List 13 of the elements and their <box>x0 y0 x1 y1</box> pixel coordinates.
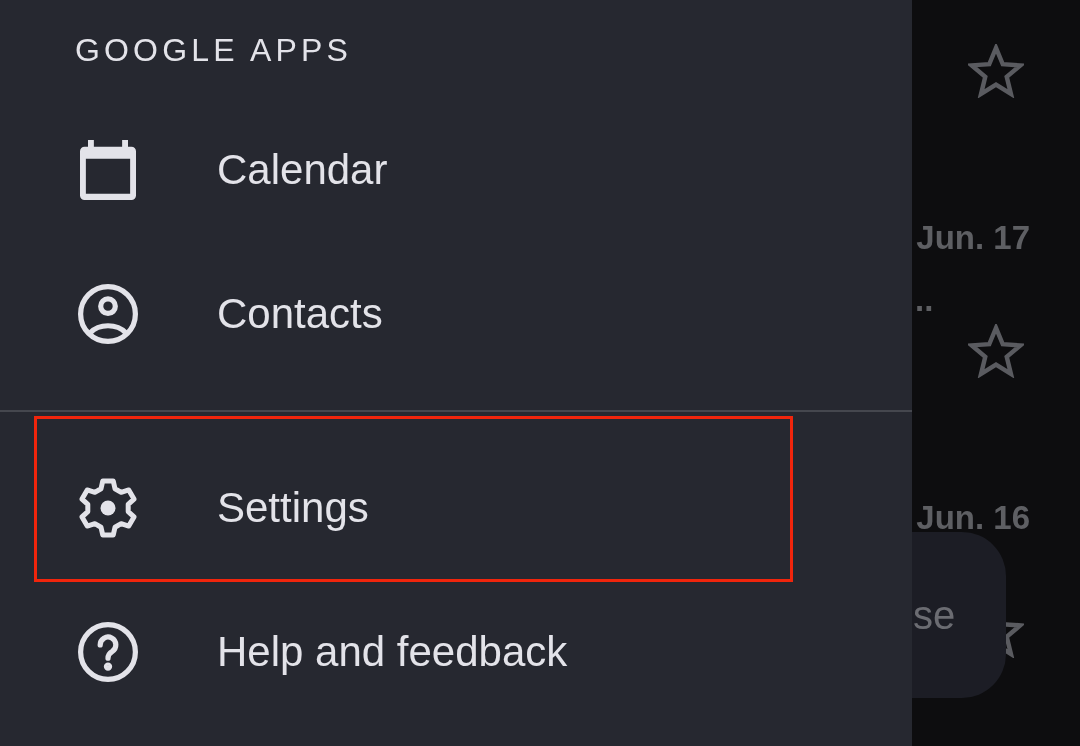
star-icon[interactable] <box>968 324 1024 378</box>
menu-item[interactable]: Calendar <box>0 98 912 242</box>
star-icon[interactable] <box>968 44 1024 98</box>
menu-item[interactable]: Settings <box>0 436 912 580</box>
settings-icon <box>78 478 138 538</box>
section-heading: GOOGLE APPS <box>75 32 352 68</box>
person-circle-icon <box>78 284 138 344</box>
email-date: Jun. 17 <box>916 218 1030 258</box>
menu-item[interactable]: Help and feedback <box>0 580 912 724</box>
help-icon <box>78 622 138 682</box>
email-snippet: .. <box>915 280 934 320</box>
menu-item[interactable]: Contacts <box>0 242 912 386</box>
calendar-icon <box>78 140 138 200</box>
